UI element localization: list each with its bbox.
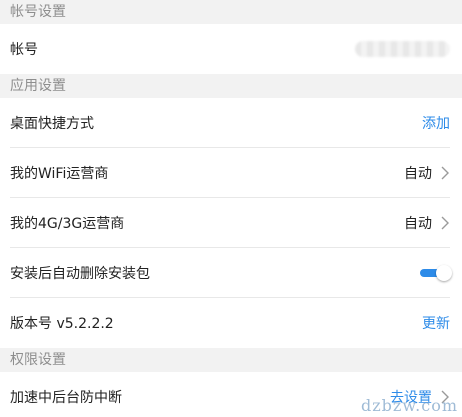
section-header-account: 帐号设置 xyxy=(0,0,462,24)
desktop-shortcut-row: 桌面快捷方式 添加 xyxy=(0,98,462,148)
auto-delete-row: 安装后自动删除安装包 xyxy=(0,248,462,298)
account-label: 帐号 xyxy=(10,42,38,58)
mobile-carrier-label: 我的4G/3G运营商 xyxy=(10,216,125,232)
auto-delete-toggle[interactable] xyxy=(420,265,452,281)
version-label: 版本号 v5.2.2.2 xyxy=(10,316,114,332)
chevron-right-icon xyxy=(441,166,449,180)
wifi-carrier-value: 自动 xyxy=(404,166,432,182)
update-button[interactable]: 更新 xyxy=(422,313,450,333)
mobile-carrier-value: 自动 xyxy=(404,216,432,232)
account-value-blurred xyxy=(355,41,450,57)
auto-delete-label: 安装后自动删除安装包 xyxy=(10,266,150,282)
chevron-right-icon xyxy=(441,390,449,404)
account-row[interactable]: 帐号 xyxy=(0,24,462,74)
mobile-carrier-row[interactable]: 我的4G/3G运营商 自动 xyxy=(0,198,462,248)
add-shortcut-button[interactable]: 添加 xyxy=(422,113,450,133)
toggle-knob xyxy=(436,265,452,281)
anti-interrupt-label: 加速中后台防中断 xyxy=(10,390,122,406)
desktop-shortcut-label: 桌面快捷方式 xyxy=(10,116,94,132)
section-header-app: 应用设置 xyxy=(0,74,462,98)
go-settings-button[interactable]: 去设置 xyxy=(390,387,432,407)
wifi-carrier-label: 我的WiFi运营商 xyxy=(10,166,109,182)
version-row: 版本号 v5.2.2.2 更新 xyxy=(0,298,462,348)
wifi-carrier-row[interactable]: 我的WiFi运营商 自动 xyxy=(0,148,462,198)
section-header-permissions: 权限设置 xyxy=(0,348,462,372)
anti-interrupt-row[interactable]: 加速中后台防中断 去设置 xyxy=(0,372,462,417)
chevron-right-icon xyxy=(441,216,449,230)
